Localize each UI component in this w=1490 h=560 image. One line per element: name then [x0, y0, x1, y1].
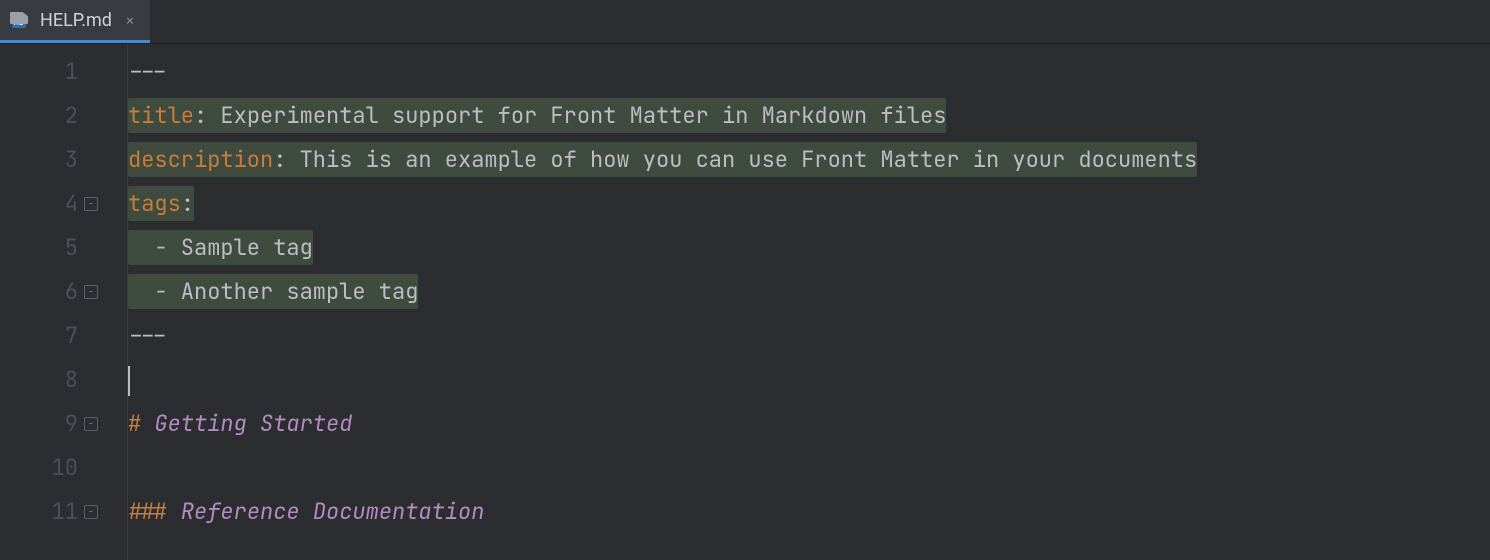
line-number: 10 [0, 446, 78, 490]
line-number [0, 534, 78, 560]
line-number: 6− [0, 270, 78, 314]
code-area[interactable]: ---title: Experimental support for Front… [128, 44, 1478, 560]
vertical-scrollbar[interactable] [1478, 44, 1490, 560]
code-line[interactable]: description: This is an example of how y… [128, 138, 1478, 182]
editor[interactable]: 1234−56−789−1011− ---title: Experimental… [0, 44, 1490, 560]
code-line[interactable]: - Another sample tag [128, 270, 1478, 314]
line-number: 3 [0, 138, 78, 182]
line-number-gutter: 1234−56−789−1011− [0, 44, 108, 560]
line-number: 2 [0, 94, 78, 138]
fold-toggle-icon[interactable]: − [84, 285, 98, 299]
gutter-border [108, 44, 128, 560]
fold-toggle-icon[interactable]: − [84, 505, 98, 519]
line-number: 5 [0, 226, 78, 270]
code-line[interactable]: --- [128, 50, 1478, 94]
code-line[interactable] [128, 358, 1478, 402]
code-line[interactable]: tags: [128, 182, 1478, 226]
line-number: 11− [0, 490, 78, 534]
code-line[interactable]: title: Experimental support for Front Ma… [128, 94, 1478, 138]
close-icon[interactable]: × [122, 12, 138, 28]
code-line[interactable] [128, 446, 1478, 490]
markdown-file-icon: MD [8, 9, 30, 31]
line-number: 7 [0, 314, 78, 358]
line-number: 4− [0, 182, 78, 226]
code-line[interactable]: ### Reference Documentation [128, 490, 1478, 534]
tab-bar: MD HELP.md × [0, 0, 1490, 44]
text-caret [128, 366, 130, 396]
fold-toggle-icon[interactable]: − [84, 417, 98, 431]
code-line[interactable]: - Sample tag [128, 226, 1478, 270]
code-line[interactable] [128, 534, 1478, 560]
code-line[interactable]: --- [128, 314, 1478, 358]
line-number: 9− [0, 402, 78, 446]
code-line[interactable]: # Getting Started [128, 402, 1478, 446]
fold-toggle-icon[interactable]: − [84, 197, 98, 211]
line-number: 1 [0, 50, 78, 94]
tab-label: HELP.md [40, 10, 112, 31]
tab-help-md[interactable]: MD HELP.md × [0, 0, 150, 43]
line-number: 8 [0, 358, 78, 402]
